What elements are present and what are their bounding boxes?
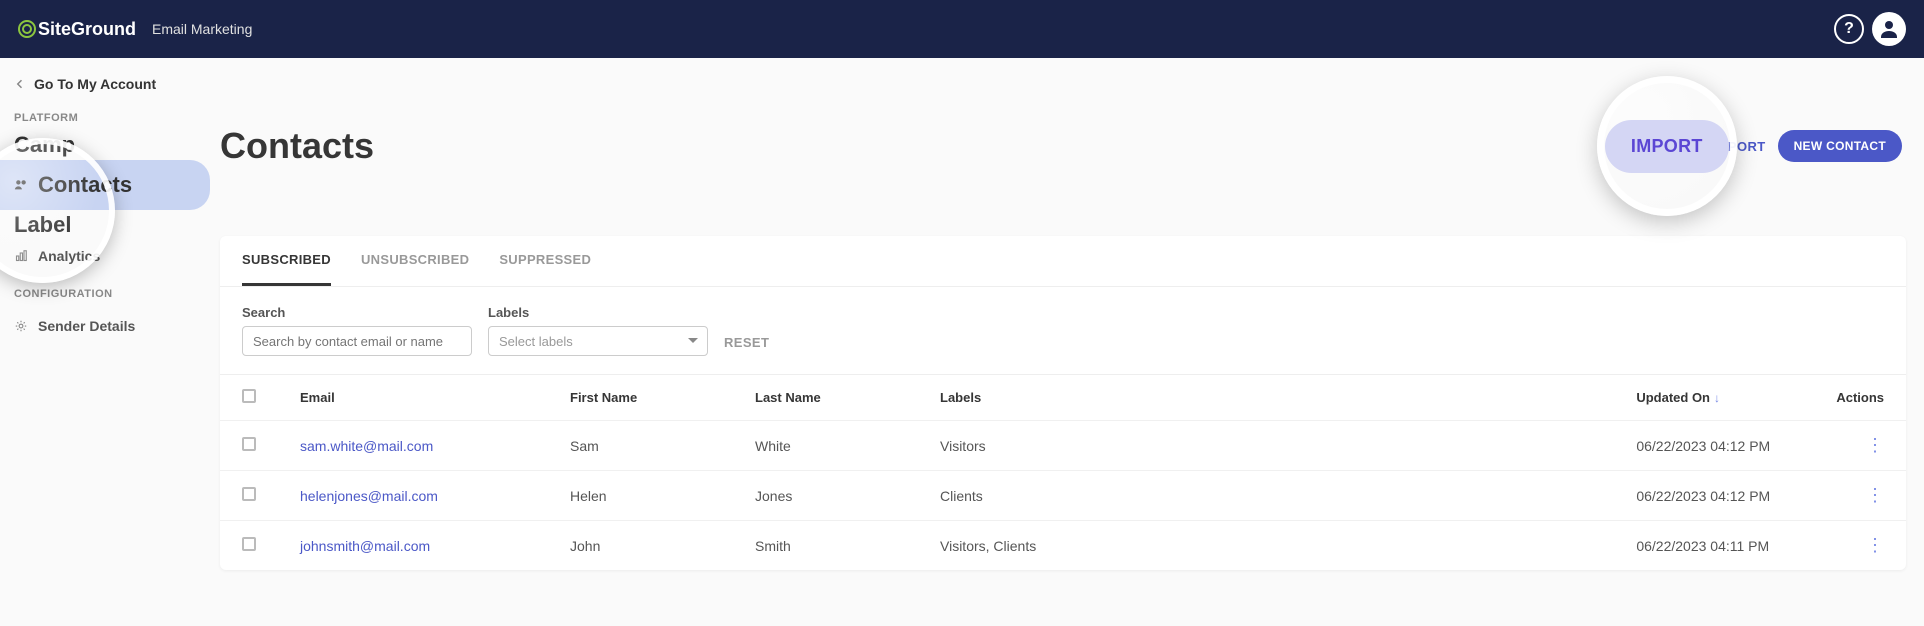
row-actions-menu[interactable]: ⋮ — [1866, 435, 1884, 456]
search-field: Search — [242, 305, 472, 356]
sidebar-item-contacts[interactable]: Contacts — [0, 160, 210, 210]
cell-last-name: Smith — [733, 521, 918, 571]
email-link[interactable]: helenjones@mail.com — [300, 488, 438, 504]
sidebar-item-labels[interactable]: Label — [0, 210, 210, 238]
th-first-name[interactable]: First Name — [548, 375, 733, 421]
magnifier-lens-import: IMPORT — [1597, 76, 1737, 216]
gear-icon — [14, 319, 28, 333]
tab-subscribed[interactable]: SUBSCRIBED — [242, 236, 331, 286]
email-link[interactable]: johnsmith@mail.com — [300, 538, 430, 554]
section-platform-label: PLATFORM — [14, 112, 210, 124]
row-actions-menu[interactable]: ⋮ — [1866, 535, 1884, 556]
cell-first-name: Sam — [548, 421, 733, 471]
logo-icon — [18, 20, 36, 38]
main-content: Contacts IMPORT XPORT NEW CONTACT SUBSCR… — [220, 58, 1924, 588]
cell-first-name: Helen — [548, 471, 733, 521]
tab-unsubscribed[interactable]: UNSUBSCRIBED — [361, 236, 469, 286]
contacts-icon — [14, 178, 28, 192]
cell-updated-on: 06/22/2023 04:11 PM — [1614, 521, 1814, 571]
cell-updated-on: 06/22/2023 04:12 PM — [1614, 421, 1814, 471]
nav-label: Camp — [14, 132, 75, 158]
back-label: Go To My Account — [34, 76, 156, 92]
row-checkbox[interactable] — [242, 537, 256, 551]
logo-text: SiteGround — [38, 19, 136, 40]
new-contact-button[interactable]: NEW CONTACT — [1778, 130, 1902, 162]
cell-labels: Visitors, Clients — [918, 521, 1614, 571]
select-all-checkbox[interactable] — [242, 389, 256, 403]
section-configuration-label: CONFIGURATION — [14, 288, 210, 300]
contacts-table: Email First Name Last Name Labels Update… — [220, 374, 1906, 570]
table-row: sam.white@mail.com SamWhiteVisitors06/22/… — [220, 421, 1906, 471]
th-actions: Actions — [1814, 375, 1906, 421]
th-updated-on[interactable]: Updated On ↓ — [1614, 375, 1814, 421]
nav-label: Analytics — [38, 248, 100, 264]
cell-first-name: John — [548, 521, 733, 571]
back-to-account-link[interactable]: Go To My Account — [14, 76, 210, 92]
search-label: Search — [242, 305, 472, 320]
page-actions: IMPORT XPORT NEW CONTACT — [1597, 76, 1902, 216]
cell-last-name: White — [733, 421, 918, 471]
page-header: Contacts IMPORT XPORT NEW CONTACT — [220, 76, 1906, 216]
cell-last-name: Jones — [733, 471, 918, 521]
sidebar: Go To My Account PLATFORM Camp Contacts … — [0, 58, 220, 588]
th-labels[interactable]: Labels — [918, 375, 1614, 421]
cell-labels: Clients — [918, 471, 1614, 521]
sidebar-item-sender-details[interactable]: Sender Details — [0, 308, 210, 344]
row-actions-menu[interactable]: ⋮ — [1866, 485, 1884, 506]
tabs: SUBSCRIBED UNSUBSCRIBED SUPPRESSED — [220, 236, 1906, 287]
help-icon[interactable]: ? — [1834, 14, 1864, 44]
import-button[interactable]: IMPORT — [1605, 120, 1729, 173]
avatar-icon[interactable] — [1872, 12, 1906, 46]
reset-button[interactable]: RESET — [724, 335, 769, 356]
arrow-left-icon — [14, 78, 26, 90]
th-email[interactable]: Email — [278, 375, 548, 421]
analytics-icon — [14, 249, 28, 263]
labels-select[interactable]: Select labels — [488, 326, 708, 356]
tab-suppressed[interactable]: SUPPRESSED — [499, 236, 591, 286]
labels-field: Labels Select labels — [488, 305, 708, 356]
table-row: johnsmith@mail.com JohnSmithVisitors, Cli… — [220, 521, 1906, 571]
app-name: Email Marketing — [152, 21, 252, 37]
th-last-name[interactable]: Last Name — [733, 375, 918, 421]
email-link[interactable]: sam.white@mail.com — [300, 438, 433, 454]
logo[interactable]: SiteGround — [18, 19, 136, 40]
labels-label: Labels — [488, 305, 708, 320]
cell-labels: Visitors — [918, 421, 1614, 471]
labels-select-display: Select labels — [488, 326, 708, 356]
search-input[interactable] — [242, 326, 472, 356]
nav-label: Contacts — [38, 172, 132, 198]
nav-label: Label — [14, 212, 71, 238]
page-title: Contacts — [220, 125, 374, 167]
topbar-right: ? — [1834, 12, 1906, 46]
table-header-row: Email First Name Last Name Labels Update… — [220, 375, 1906, 421]
table-row: helenjones@mail.com HelenJonesClients06/2… — [220, 471, 1906, 521]
top-bar: SiteGround Email Marketing ? — [0, 0, 1924, 58]
filters: Search Labels Select labels RESET — [220, 287, 1906, 374]
nav-label: Sender Details — [38, 318, 135, 334]
row-checkbox[interactable] — [242, 487, 256, 501]
topbar-left: SiteGround Email Marketing — [18, 19, 252, 40]
row-checkbox[interactable] — [242, 437, 256, 451]
contacts-card: SUBSCRIBED UNSUBSCRIBED SUPPRESSED Searc… — [220, 236, 1906, 570]
sidebar-lens-area: Camp Contacts Label — [0, 132, 210, 238]
sidebar-item-analytics[interactable]: Analytics — [0, 238, 210, 274]
sort-down-icon: ↓ — [1714, 391, 1720, 405]
cell-updated-on: 06/22/2023 04:12 PM — [1614, 471, 1814, 521]
th-updated-on-label: Updated On — [1636, 390, 1710, 405]
sidebar-item-campaigns[interactable]: Camp — [0, 132, 210, 160]
